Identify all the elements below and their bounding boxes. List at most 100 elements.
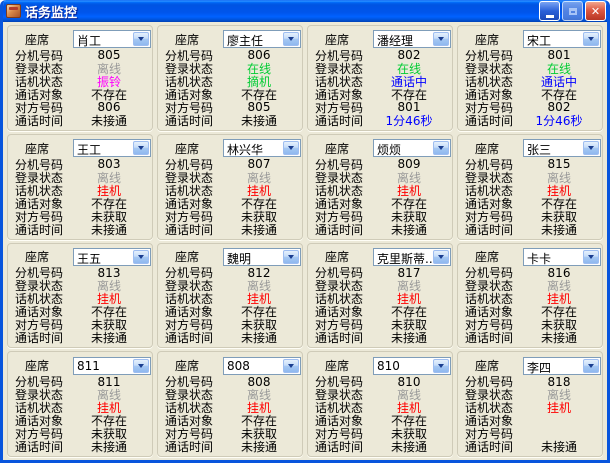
arrow-glyph xyxy=(138,255,144,259)
chevron-down-icon[interactable] xyxy=(133,250,149,264)
arrow-glyph xyxy=(438,364,444,368)
app-icon xyxy=(6,4,21,18)
chevron-down-icon[interactable] xyxy=(583,32,599,46)
call-duration-label: 通话时间 xyxy=(465,438,523,455)
agent-panel: 座席 王五 分机号码 813 登录状态 离线 话机状态 挂机 通话对象 不存在 … xyxy=(7,243,153,349)
seat-select[interactable]: 肖工 xyxy=(73,30,151,48)
seat-label: 座席 xyxy=(315,31,373,48)
seat-select[interactable]: 王五 xyxy=(73,248,151,266)
seat-label: 座席 xyxy=(465,140,523,157)
chevron-down-icon[interactable] xyxy=(583,359,599,373)
chevron-down-icon[interactable] xyxy=(583,250,599,264)
close-button[interactable]: ✕ xyxy=(585,1,606,21)
maximize-button[interactable] xyxy=(562,1,583,21)
seat-select[interactable]: 808 xyxy=(223,357,301,375)
seat-label: 座席 xyxy=(165,140,223,157)
call-duration-value: 未接通 xyxy=(223,438,295,455)
agent-panel: 座席 宋工 分机号码 801 登录状态 在线 话机状态 通话中 通话对象 不存在… xyxy=(457,25,603,131)
arrow-glyph xyxy=(588,255,594,259)
chevron-down-icon[interactable] xyxy=(133,141,149,155)
agent-panel: 座席 林兴华 分机号码 807 登录状态 离线 话机状态 挂机 通话对象 不存在… xyxy=(157,134,303,240)
call-duration-label: 通话时间 xyxy=(165,221,223,238)
chevron-down-icon[interactable] xyxy=(133,32,149,46)
agent-panel: 座席 肖工 分机号码 805 登录状态 离线 话机状态 振铃 通话对象 不存在 … xyxy=(7,25,153,131)
arrow-glyph xyxy=(438,37,444,41)
seat-select[interactable]: 魏明 xyxy=(223,248,301,266)
call-duration-row: 通话时间 未接通 xyxy=(315,223,445,236)
call-duration-row: 通话时间 未接通 xyxy=(15,440,145,453)
seat-select[interactable]: 廖主任 xyxy=(223,30,301,48)
seat-select[interactable]: 宋工 xyxy=(523,30,601,48)
agent-panel: 座席 潘经理 分机号码 802 登录状态 在线 话机状态 通话中 通话对象 不存… xyxy=(307,25,453,131)
seat-value: 潘经理 xyxy=(374,31,432,47)
chevron-down-icon[interactable] xyxy=(433,250,449,264)
maximize-icon xyxy=(569,8,577,15)
minimize-button[interactable] xyxy=(539,1,560,21)
seat-value: 魏明 xyxy=(224,249,282,265)
call-duration-label: 通话时间 xyxy=(465,221,523,238)
seat-select[interactable]: 卡卡 xyxy=(523,248,601,266)
seat-value: 810 xyxy=(374,358,432,374)
call-duration-label: 通话时间 xyxy=(315,112,373,129)
call-duration-label: 通话时间 xyxy=(315,329,373,346)
call-duration-value: 未接通 xyxy=(223,221,295,238)
call-duration-label: 通话时间 xyxy=(465,329,523,346)
call-duration-row: 通话时间 未接通 xyxy=(165,331,295,344)
seat-select[interactable]: 潘经理 xyxy=(373,30,451,48)
chevron-down-icon[interactable] xyxy=(583,141,599,155)
seat-select[interactable]: 烦烦 xyxy=(373,139,451,157)
agent-panel: 座席 廖主任 分机号码 806 登录状态 在线 话机状态 摘机 通话对象 不存在… xyxy=(157,25,303,131)
seat-value: 王五 xyxy=(74,249,132,265)
call-duration-row: 通话时间 未接通 xyxy=(315,440,445,453)
arrow-glyph xyxy=(288,37,294,41)
agent-panel: 座席 810 分机号码 810 登录状态 离线 话机状态 挂机 通话对象 不存在… xyxy=(307,351,453,457)
call-duration-value: 未接通 xyxy=(73,329,145,346)
call-duration-label: 通话时间 xyxy=(15,329,73,346)
arrow-glyph xyxy=(588,37,594,41)
seat-label: 座席 xyxy=(165,357,223,374)
seat-select[interactable]: 张三 xyxy=(523,139,601,157)
seat-value: 李四 xyxy=(524,358,582,374)
agent-panel: 座席 烦烦 分机号码 809 登录状态 离线 话机状态 挂机 通话对象 不存在 … xyxy=(307,134,453,240)
seat-value: 808 xyxy=(224,358,282,374)
chevron-down-icon[interactable] xyxy=(133,359,149,373)
seat-label: 座席 xyxy=(465,31,523,48)
seat-select[interactable]: 林兴华 xyxy=(223,139,301,157)
seat-select[interactable]: 克里斯蒂... xyxy=(373,248,451,266)
seat-label: 座席 xyxy=(15,248,73,265)
seat-value: 克里斯蒂... xyxy=(374,249,432,265)
chevron-down-icon[interactable] xyxy=(283,32,299,46)
panels-grid: 座席 肖工 分机号码 805 登录状态 离线 话机状态 振铃 通话对象 不存在 … xyxy=(7,25,603,457)
arrow-glyph xyxy=(588,364,594,368)
seat-select[interactable]: 王工 xyxy=(73,139,151,157)
titlebar: 话务监控 ✕ xyxy=(0,0,610,22)
call-duration-row: 通话时间 未接通 xyxy=(465,331,595,344)
call-duration-value: 未接通 xyxy=(373,329,445,346)
seat-select[interactable]: 811 xyxy=(73,357,151,375)
seat-label: 座席 xyxy=(315,248,373,265)
chevron-down-icon[interactable] xyxy=(283,141,299,155)
arrow-glyph xyxy=(138,146,144,150)
seat-label: 座席 xyxy=(465,248,523,265)
arrow-glyph xyxy=(138,37,144,41)
chevron-down-icon[interactable] xyxy=(433,141,449,155)
agent-panel: 座席 魏明 分机号码 812 登录状态 离线 话机状态 挂机 通话对象 不存在 … xyxy=(157,243,303,349)
chevron-down-icon[interactable] xyxy=(433,359,449,373)
arrow-glyph xyxy=(288,255,294,259)
arrow-glyph xyxy=(588,146,594,150)
call-duration-label: 通话时间 xyxy=(15,221,73,238)
call-duration-label: 通话时间 xyxy=(165,329,223,346)
call-duration-row: 通话时间 未接通 xyxy=(315,331,445,344)
chevron-down-icon[interactable] xyxy=(283,250,299,264)
seat-value: 廖主任 xyxy=(224,31,282,47)
seat-label: 座席 xyxy=(15,357,73,374)
call-duration-row: 通话时间 未接通 xyxy=(15,114,145,127)
chevron-down-icon[interactable] xyxy=(283,359,299,373)
call-duration-value: 1分46秒 xyxy=(523,112,595,129)
seat-select[interactable]: 810 xyxy=(373,357,451,375)
chevron-down-icon[interactable] xyxy=(433,32,449,46)
seat-select[interactable]: 李四 xyxy=(523,357,601,375)
seat-value: 烦烦 xyxy=(374,140,432,156)
call-duration-label: 通话时间 xyxy=(165,438,223,455)
call-duration-label: 通话时间 xyxy=(165,112,223,129)
